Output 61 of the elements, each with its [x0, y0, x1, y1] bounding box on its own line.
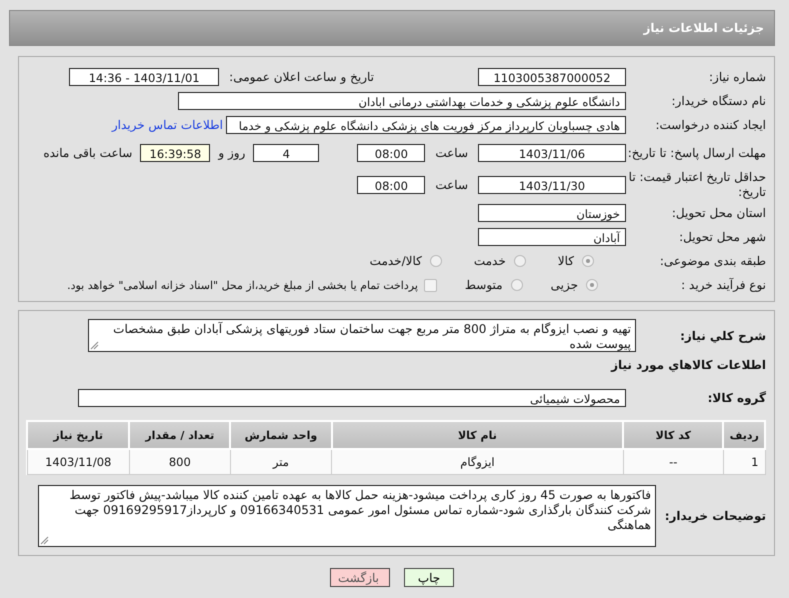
column-header: کد کالا [623, 421, 724, 449]
text-field[interactable]: 1103005387000052 [478, 68, 626, 86]
option-label: کالا/خدمت [370, 254, 422, 268]
text-field[interactable]: خوزستان [478, 204, 626, 222]
text-field[interactable]: دانشگاه علوم پزشکی و خدمات بهداشتی درمانی ابادان [178, 92, 626, 110]
column-header: نام کالا [332, 421, 624, 449]
table-cell: -- [623, 449, 724, 474]
text-field[interactable]: 1403/11/06 [478, 144, 626, 162]
field-label: نوع فرآیند خرید : [680, 278, 766, 292]
notes-field[interactable]: فاکتورها به صورت 45 روز کاری پرداخت میشود-هزینه حمل کالاها به عهده تامین کننده کالا میباشد-پیش فاکتور توسط شرکت کنندگان بارگذاری شود-شماره تماس مسئول امور عمومی 09166340531 و کارپرداز09169295917 جهت هماهنگی [38, 485, 656, 547]
option-label: جزیی [550, 278, 578, 292]
field-label: حداقل تاریخ اعتبار قیمت: تا تاریخ: [628, 170, 766, 200]
text-field[interactable]: 16:39:58 [140, 144, 210, 162]
resize-grip-icon[interactable] [90, 341, 99, 350]
text-field[interactable]: محصولات شیمیائی [78, 389, 626, 407]
radio-button[interactable] [514, 255, 526, 267]
table-cell: 1 [723, 449, 765, 474]
option-label: کالا [558, 254, 574, 268]
column-header: ردیف [723, 421, 765, 449]
field-label: ساعت [435, 146, 468, 160]
radio-button[interactable] [430, 255, 442, 267]
field-label: مهلت ارسال پاسخ: تا تاریخ: [626, 146, 766, 160]
table-cell: 1403/11/08 [27, 449, 130, 474]
text-field[interactable]: 1403/11/30 [478, 176, 626, 194]
contact-link[interactable]: اطلاعات تماس خریدار [112, 118, 223, 132]
radio-button[interactable] [586, 279, 598, 291]
field-label: تاریخ و ساعت اعلان عمومی: [229, 70, 374, 84]
field-label: گروه کالا: [706, 391, 766, 405]
text-field[interactable]: 4 [253, 144, 320, 162]
section-title: اطلاعات کالاهاي مورد نیاز [610, 358, 766, 372]
text-field[interactable]: هادی چسباوبان کارپرداز مرکز فوریت های پزشکی دانشگاه علوم پزشکی و خدما [226, 116, 626, 134]
resize-grip-icon[interactable] [40, 536, 49, 545]
text-field[interactable]: 1403/11/01 - 14:36 [69, 68, 220, 86]
text-field[interactable]: 08:00 [357, 176, 426, 194]
field-label: روز و [218, 146, 246, 160]
description-field[interactable]: تهیه و نصب ایزوگام به متراژ 800 متر مربع جهت ساختمان ستاد فوریتهای پزشکی آبادان طبق مشخصات پیوست شده [88, 319, 636, 352]
radio-button[interactable] [510, 279, 523, 291]
text-field[interactable]: 08:00 [357, 144, 426, 162]
field-label: طبقه بندی موضوعی: [658, 254, 766, 268]
table-cell: 800 [129, 449, 230, 474]
field-label: شهر محل تحویل: [678, 230, 766, 244]
table-cell: ایزوگام [332, 449, 624, 474]
back-button[interactable]: بازگشت [330, 568, 390, 587]
option-label: پرداخت تمام یا بخشی از مبلغ خرید،از محل "اسناد خزانه اسلامی" خواهد بود. [67, 278, 418, 292]
table-cell: متر [230, 449, 332, 474]
radio-button[interactable] [582, 255, 594, 267]
field-label: ساعت باقی مانده [43, 146, 132, 160]
page-title: جزئیات اطلاعات نیاز [643, 21, 764, 35]
field-label: ساعت [435, 178, 468, 192]
field-label: ایجاد کننده درخواست: [654, 118, 766, 132]
column-header: واحد شمارش [230, 421, 332, 449]
checkbox[interactable] [424, 278, 437, 292]
column-header: تاریخ نیاز [27, 421, 130, 449]
option-label: خدمت [474, 254, 506, 268]
print-button[interactable]: چاپ [404, 568, 454, 587]
field-label: نام دستگاه خریدار: [670, 94, 766, 108]
field-label: شماره نیاز: [708, 70, 766, 84]
text-field[interactable]: آبادان [478, 228, 626, 246]
column-header: تعداد / مقدار [129, 421, 230, 449]
field-label: استان محل تحویل: [670, 206, 766, 220]
option-label: متوسط [464, 278, 503, 292]
